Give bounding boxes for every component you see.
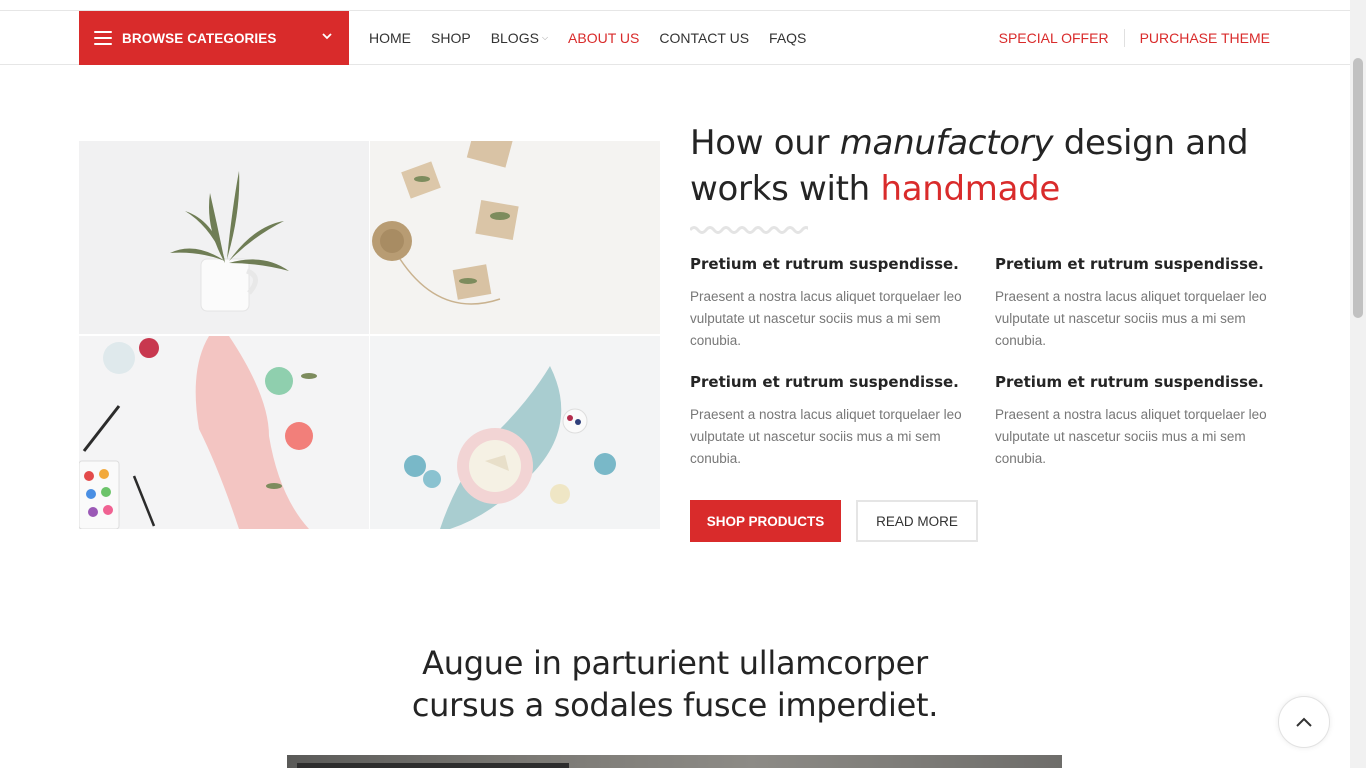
special-offer-link[interactable]: SPECIAL OFFER xyxy=(999,30,1109,46)
nav-item-home[interactable]: HOME xyxy=(369,30,411,46)
scrollbar-thumb[interactable] xyxy=(1353,58,1363,318)
feature-item: Pretium et rutrum suspendisse. Praesent … xyxy=(690,254,970,352)
feature-text: Praesent a nostra lacus aliquet torquela… xyxy=(690,407,962,466)
hamburger-menu-icon xyxy=(94,31,112,45)
gallery-image-art-supplies xyxy=(79,336,369,529)
feature-title: Pretium et rutrum suspendisse. xyxy=(995,255,1264,273)
feature-title: Pretium et rutrum suspendisse. xyxy=(690,255,959,273)
hero-text: How our manufactory design and works wit… xyxy=(690,120,1280,236)
gallery-image-plant-vase xyxy=(79,141,369,334)
gift-boxes-illustration xyxy=(370,141,660,334)
browse-categories-button[interactable]: BROWSE CATEGORIES xyxy=(79,11,349,65)
hero-headline: How our manufactory design and works wit… xyxy=(690,120,1280,212)
tea-setting-illustration xyxy=(370,336,660,529)
chevron-down-icon: ⌵ xyxy=(541,33,549,42)
headline-italic: manufactory xyxy=(839,123,1054,163)
chevron-up-icon xyxy=(1296,717,1312,727)
feature-item: Pretium et rutrum suspendisse. Praesent … xyxy=(995,254,1275,352)
section-heading-line-2: cursus a sodales fusce imperdiet. xyxy=(411,686,939,724)
plant-vase-illustration xyxy=(79,141,369,334)
nav-item-faqs[interactable]: FAQS xyxy=(769,30,806,46)
feature-title: Pretium et rutrum suspendisse. xyxy=(690,373,959,391)
feature-text: Praesent a nostra lacus aliquet torquela… xyxy=(995,289,1267,348)
feature-text: Praesent a nostra lacus aliquet torquela… xyxy=(690,289,962,348)
read-more-button[interactable]: READ MORE xyxy=(856,500,978,542)
divider xyxy=(1123,29,1125,47)
main-menu: HOME SHOP BLOGS ⌵ ABOUT US CONTACT US FAQ… xyxy=(369,11,826,65)
page-scrollbar[interactable] xyxy=(1350,0,1366,768)
feature-title: Pretium et rutrum suspendisse. xyxy=(995,373,1264,391)
video-preview[interactable] xyxy=(287,755,1062,768)
feature-item: Pretium et rutrum suspendisse. Praesent … xyxy=(690,372,970,470)
nav-item-about-us[interactable]: ABOUT US xyxy=(568,30,639,46)
top-strip xyxy=(0,0,1350,11)
section-heading-line-1: Augue in parturient ullamcorper xyxy=(422,644,928,682)
wave-divider-icon xyxy=(690,226,808,234)
headline-part-1: How our xyxy=(690,123,840,163)
purchase-theme-link[interactable]: PURCHASE THEME xyxy=(1140,30,1270,46)
video-progress-bar xyxy=(297,763,569,768)
nav-item-blogs[interactable]: BLOGS ⌵ xyxy=(491,30,548,46)
image-gallery xyxy=(79,141,660,529)
browse-categories-label: BROWSE CATEGORIES xyxy=(122,30,277,46)
headline-accent: handmade xyxy=(880,169,1061,209)
art-supplies-illustration xyxy=(79,336,369,529)
gallery-image-gift-boxes xyxy=(370,141,660,334)
header-right-links: SPECIAL OFFER PURCHASE THEME xyxy=(999,11,1270,65)
main-navbar: BROWSE CATEGORIES HOME SHOP BLOGS ⌵ ABOUT… xyxy=(0,11,1350,65)
shop-products-button[interactable]: SHOP PRODUCTS xyxy=(690,500,841,542)
nav-item-shop[interactable]: SHOP xyxy=(431,30,471,46)
feature-item: Pretium et rutrum suspendisse. Praesent … xyxy=(995,372,1275,470)
scroll-to-top-button[interactable] xyxy=(1278,696,1330,748)
nav-item-contact-us[interactable]: CONTACT US xyxy=(659,30,749,46)
feature-text: Praesent a nostra lacus aliquet torquela… xyxy=(995,407,1267,466)
section-heading: Augue in parturient ullamcorper cursus a… xyxy=(0,642,1350,726)
gallery-image-tea-setting xyxy=(370,336,660,529)
nav-item-blogs-label: BLOGS xyxy=(490,30,539,46)
chevron-down-icon xyxy=(322,33,332,40)
